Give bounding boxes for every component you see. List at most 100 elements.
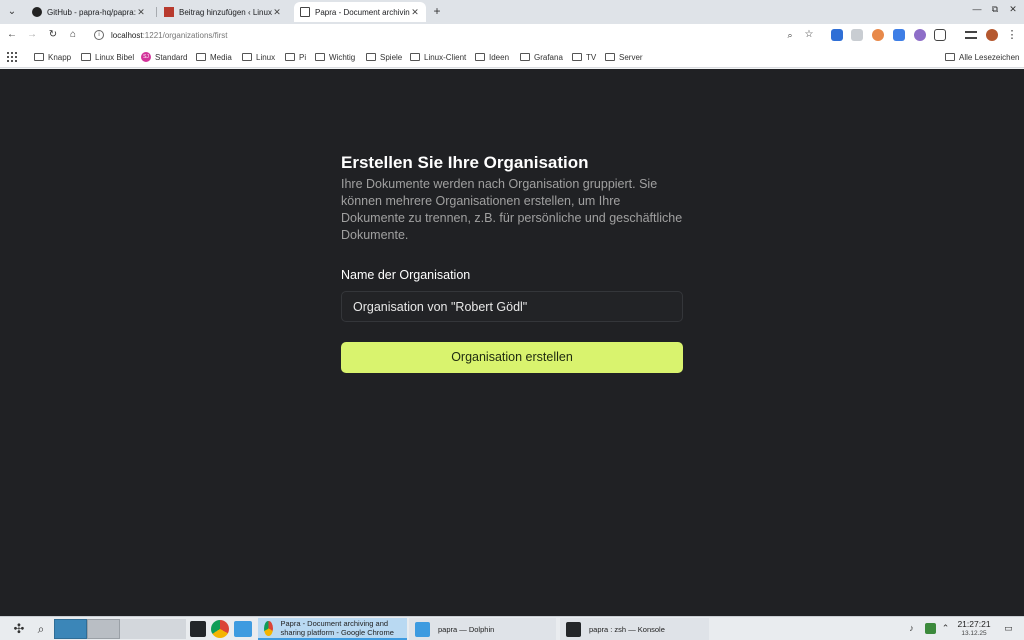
- task-konsole[interactable]: papra : zsh — Konsole: [560, 618, 709, 640]
- home-icon[interactable]: ⌂: [65, 27, 81, 43]
- new-tab-button[interactable]: +: [430, 4, 444, 18]
- browser-chrome: ⌄ GitHub - papra-hq/papra: Th ✕ Beitrag …: [0, 0, 1024, 69]
- extension-icon[interactable]: [914, 29, 926, 41]
- folder-icon: [415, 621, 430, 637]
- organization-name-input[interactable]: Organisation von "Robert Gödl": [341, 291, 683, 322]
- translate-extension-icon[interactable]: [831, 29, 843, 41]
- bookmark-label: Knapp: [48, 52, 72, 62]
- address-bar[interactable]: i localhost:1221/organizations/first: [88, 25, 828, 45]
- bookmark-ideen[interactable]: Ideen: [475, 51, 509, 63]
- folder-icon: [945, 53, 955, 61]
- maximize-icon[interactable]: ⧉: [989, 4, 1001, 15]
- terminal-icon: [566, 621, 581, 637]
- avatar[interactable]: [986, 29, 998, 41]
- file-manager-icon[interactable]: [234, 621, 252, 637]
- bookmark-media[interactable]: Media: [196, 51, 232, 63]
- create-organization-button[interactable]: Organisation erstellen: [341, 342, 683, 373]
- clock-time: 21:27:21: [957, 619, 991, 629]
- close-icon[interactable]: ✕: [136, 7, 146, 18]
- minimize-icon[interactable]: —: [971, 4, 983, 14]
- page-content: Erstellen Sie Ihre Organisation Ihre Dok…: [0, 69, 1024, 616]
- show-desktop-icon[interactable]: ▭: [1003, 623, 1014, 634]
- bookmarks-bar: Knapp Linux Bibel SJ Standard Media Linux…: [0, 46, 1024, 68]
- taskbar: ✣ ⌕ Papra - Document archiving and shari…: [0, 616, 1024, 640]
- virtual-desktop-2[interactable]: [87, 619, 120, 639]
- virtual-desktop-1[interactable]: [54, 619, 87, 639]
- bookmark-linux-client[interactable]: Linux-Client: [410, 51, 466, 63]
- bookmark-server[interactable]: Server: [605, 51, 643, 63]
- tab-separator: [156, 7, 157, 17]
- url-host: localhost: [111, 30, 143, 40]
- folder-icon: [242, 53, 252, 61]
- bookmark-spiele[interactable]: Spiele: [366, 51, 402, 63]
- standard-badge-icon: SJ: [141, 52, 151, 62]
- reload-icon[interactable]: ↻: [45, 27, 61, 43]
- bookmark-label: Linux Bibel: [95, 52, 135, 62]
- github-icon: [32, 7, 42, 17]
- folder-icon: [34, 53, 44, 61]
- bookmark-label: Alle Lesezeichen: [959, 52, 1020, 62]
- bookmark-label: Media: [210, 52, 232, 62]
- forward-icon[interactable]: →: [24, 27, 40, 43]
- tab-wordpress[interactable]: Beitrag hinzufügen ‹ Linux ✕: [158, 2, 288, 22]
- virtual-desktop-4[interactable]: [153, 619, 186, 639]
- app-launcher-icon[interactable]: ✣: [10, 619, 28, 639]
- more-menu-icon[interactable]: ⋮: [1004, 27, 1020, 43]
- bookmark-standard[interactable]: SJ Standard: [141, 51, 187, 63]
- site-info-icon[interactable]: i: [94, 30, 104, 40]
- folder-icon: [410, 53, 420, 61]
- bookmark-label: TV: [586, 52, 597, 62]
- folder-icon: [572, 53, 582, 61]
- folder-icon: [196, 53, 206, 61]
- bookmark-label: Linux: [256, 52, 276, 62]
- bookmark-label: Grafana: [534, 52, 563, 62]
- bookmark-wichtig[interactable]: Wichtig: [315, 51, 355, 63]
- page-description: Ihre Dokumente werden nach Organisation …: [341, 177, 683, 242]
- task-title: papra — Dolphin: [438, 624, 495, 634]
- bookmark-label: Spiele: [380, 52, 403, 62]
- task-chrome[interactable]: Papra - Document archiving and sharing p…: [258, 618, 407, 640]
- extension-icon[interactable]: [851, 29, 863, 41]
- page-title: Erstellen Sie Ihre Organisation: [341, 153, 589, 172]
- task-dolphin[interactable]: papra — Dolphin: [409, 618, 556, 640]
- close-icon[interactable]: ✕: [272, 7, 282, 18]
- all-bookmarks[interactable]: Alle Lesezeichen: [945, 51, 1019, 63]
- bookmark-label: Ideen: [489, 52, 510, 62]
- reading-list-icon[interactable]: [965, 31, 977, 39]
- create-organization-form: Erstellen Sie Ihre Organisation Ihre Dok…: [341, 152, 683, 373]
- folder-icon: [315, 53, 325, 61]
- bookmark-label: Server: [619, 52, 643, 62]
- bookmark-tv[interactable]: TV: [572, 51, 596, 63]
- bookmark-pi[interactable]: Pi: [285, 51, 306, 63]
- chrome-icon[interactable]: [211, 620, 229, 638]
- clock[interactable]: 21:27:21 13.12.25: [954, 620, 994, 638]
- tab-papra[interactable]: Papra - Document archiving ✕: [294, 2, 426, 22]
- bookmark-star-icon[interactable]: ☆: [801, 27, 817, 43]
- close-icon[interactable]: ✕: [410, 7, 420, 18]
- folder-icon: [475, 53, 485, 61]
- tab-github[interactable]: GitHub - papra-hq/papra: Th ✕: [26, 2, 152, 22]
- bookmark-linux[interactable]: Linux: [242, 51, 275, 63]
- bookmark-linux-bibel[interactable]: Linux Bibel: [81, 51, 134, 63]
- bookmark-label: Standard: [155, 52, 188, 62]
- bookmark-knapp[interactable]: Knapp: [34, 51, 71, 63]
- extensions-puzzle-icon[interactable]: [934, 29, 946, 41]
- task-title: Papra - Document archiving and sharing p…: [280, 619, 394, 637]
- notifications-icon[interactable]: ♪: [906, 623, 917, 634]
- network-icon[interactable]: [925, 623, 936, 634]
- document-icon: [300, 7, 310, 17]
- zoom-icon[interactable]: ⌕: [782, 27, 798, 43]
- tab-strip: ⌄ GitHub - papra-hq/papra: Th ✕ Beitrag …: [0, 0, 1024, 24]
- back-icon[interactable]: ←: [4, 27, 20, 43]
- extension-icon[interactable]: [872, 29, 884, 41]
- tray-expand-icon[interactable]: ⌃: [940, 623, 951, 634]
- terminal-icon[interactable]: [190, 621, 206, 637]
- tab-title: Papra - Document archiving: [315, 7, 410, 17]
- window-close-icon[interactable]: ✕: [1007, 4, 1019, 15]
- apps-grid-icon[interactable]: [7, 52, 17, 62]
- search-icon[interactable]: ⌕: [32, 619, 50, 639]
- virtual-desktop-3[interactable]: [120, 619, 153, 639]
- bookmark-grafana[interactable]: Grafana: [520, 51, 563, 63]
- extension-icon[interactable]: [893, 29, 905, 41]
- tab-search-icon[interactable]: ⌄: [4, 4, 20, 20]
